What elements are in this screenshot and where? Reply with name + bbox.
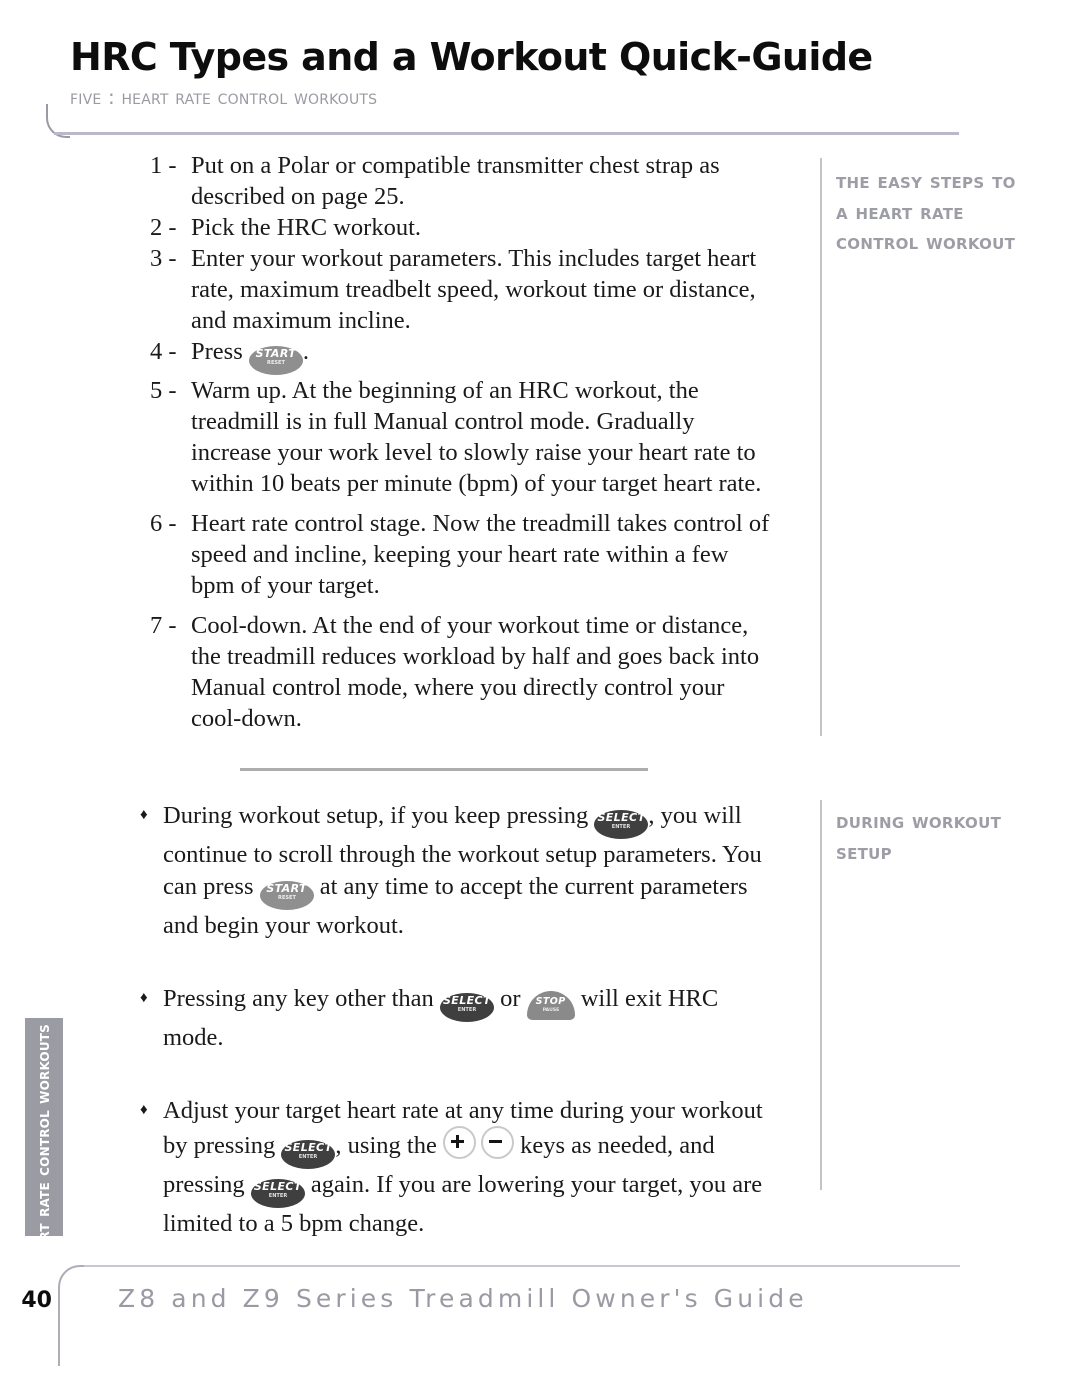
footer-rule — [80, 1265, 960, 1267]
select-key-sub-label: ENTER — [457, 1007, 477, 1013]
select-enter-key-icon[interactable]: SELECT ENTER — [439, 993, 494, 1022]
start-key-main-label: START — [266, 881, 307, 895]
plus-vertical-bar — [455, 1134, 460, 1148]
start-key-sub-label: RESET — [277, 894, 296, 901]
bullet-diamond-icon: ♦ — [140, 807, 148, 823]
step-text: Heart rate control stage. Now the treadm… — [191, 510, 770, 599]
sidebar-divider-bottom — [820, 800, 822, 1190]
start-reset-key-icon[interactable]: START RESET — [248, 346, 303, 375]
list-item: 7 - Cool-down. At the end of your workou… — [150, 610, 770, 734]
step-number: 7 - — [150, 612, 177, 639]
page-header: HRC Types and a Workout Quick-Guide FIVE… — [70, 35, 970, 109]
start-key-sub-label: RESET — [266, 360, 285, 366]
section-divider — [240, 768, 648, 771]
stop-key-sub-label: PAUSE — [542, 1007, 559, 1013]
list-item: 4 - Press START RESET. — [150, 336, 770, 375]
chapter-tab-label: HEART RATE CONTROL WORKOUTS — [34, 1024, 54, 1269]
step-number: 4 - — [150, 338, 177, 365]
step-text: Cool-down. At the end of your workout ti… — [191, 612, 760, 732]
step-text: Press START RESET. — [191, 336, 770, 375]
page-title: HRC Types and a Workout Quick-Guide — [70, 35, 873, 79]
select-key-sub-label: ENTER — [299, 1154, 318, 1160]
step-text-after: . — [302, 338, 309, 365]
stop-key-main-label: STOP — [535, 996, 566, 1007]
stop-pause-key-icon[interactable]: STOP PAUSE — [526, 991, 575, 1020]
step-number: 1 - — [150, 152, 177, 179]
step-text: Warm up. At the beginning of an HRC work… — [191, 377, 762, 497]
select-key-main-label: SELECT — [284, 1141, 333, 1154]
step-number: 2 - — [150, 214, 177, 241]
list-item: 1 - Put on a Polar or compatible transmi… — [150, 150, 770, 212]
bullet-diamond-icon: ♦ — [140, 990, 148, 1006]
note-part: Pressing any key other than — [163, 985, 440, 1012]
notes-list: ♦ During workout setup, if you keep pres… — [140, 800, 780, 1240]
note-text: Pressing any key other than SELECT ENTER … — [163, 983, 780, 1054]
list-item: 2 - Pick the HRC workout. — [150, 212, 770, 243]
step-text: Pick the HRC workout. — [191, 214, 422, 241]
step-text: Enter your workout parameters. This incl… — [191, 245, 757, 334]
start-key-main-label: START — [255, 347, 297, 360]
sidebar-divider-top — [820, 158, 822, 736]
footer-bracket-decoration — [58, 1265, 84, 1297]
sidebar-heading-easy-steps: THE EASY STEPS TO A HEART RATE CONTROL W… — [836, 169, 1016, 254]
select-key-main-label: SELECT — [253, 1180, 302, 1193]
note-part: During workout setup, if you keep pressi… — [163, 802, 595, 829]
bullet-diamond-icon: ♦ — [140, 1101, 148, 1118]
step-text-before: Press — [191, 338, 249, 365]
note-part: or — [493, 985, 527, 1012]
list-item: 5 - Warm up. At the beginning of an HRC … — [150, 375, 770, 499]
note-text: During workout setup, if you keep pressi… — [163, 800, 780, 941]
list-item: 3 - Enter your workout parameters. This … — [150, 243, 770, 336]
plus-key-icon[interactable] — [442, 1126, 476, 1159]
minus-horizontal-bar — [488, 1139, 502, 1143]
footer-vertical-divider — [58, 1294, 60, 1366]
select-key-sub-label: ENTER — [612, 824, 631, 830]
step-text: Put on a Polar or compatible transmitter… — [191, 152, 720, 210]
minus-key-icon[interactable] — [480, 1126, 514, 1159]
select-key-main-label: SELECT — [442, 994, 491, 1007]
start-reset-key-icon[interactable]: START RESET — [259, 880, 314, 910]
select-key-main-label: SELECT — [597, 811, 646, 824]
select-key-sub-label: ENTER — [268, 1193, 288, 1199]
select-enter-key-icon[interactable]: SELECT ENTER — [594, 810, 649, 839]
step-number: 3 - — [150, 245, 177, 272]
chapter-tab[interactable]: HEART RATE CONTROL WORKOUTS — [25, 1018, 63, 1269]
chapter-tab-inner: HEART RATE CONTROL WORKOUTS — [25, 1018, 63, 1269]
note-text: Adjust your target heart rate at any tim… — [163, 1095, 780, 1240]
header-rule — [54, 132, 959, 135]
page-number: 40 — [21, 1288, 52, 1313]
select-enter-key-icon[interactable]: SELECT ENTER — [250, 1179, 305, 1208]
list-item: ♦ Pressing any key other than SELECT ENTE… — [140, 983, 780, 1054]
steps-list: 1 - Put on a Polar or compatible transmi… — [150, 150, 770, 734]
list-item: ♦ Adjust your target heart rate at any t… — [140, 1095, 780, 1240]
footer-title: Z8 and Z9 Series Treadmill Owner's Guide — [118, 1284, 808, 1313]
step-number: 6 - — [150, 510, 177, 537]
page-subtitle: FIVE : HEART RATE CONTROL WORKOUTS — [70, 84, 378, 109]
select-enter-key-icon[interactable]: SELECT ENTER — [281, 1140, 336, 1169]
list-item: ♦ During workout setup, if you keep pres… — [140, 800, 780, 941]
step-number: 5 - — [150, 377, 177, 404]
note-part: , using the — [335, 1132, 443, 1159]
list-item: 6 - Heart rate control stage. Now the tr… — [150, 508, 770, 601]
sidebar-heading-during-setup: DURING WORKOUT SETUP — [836, 809, 1002, 864]
